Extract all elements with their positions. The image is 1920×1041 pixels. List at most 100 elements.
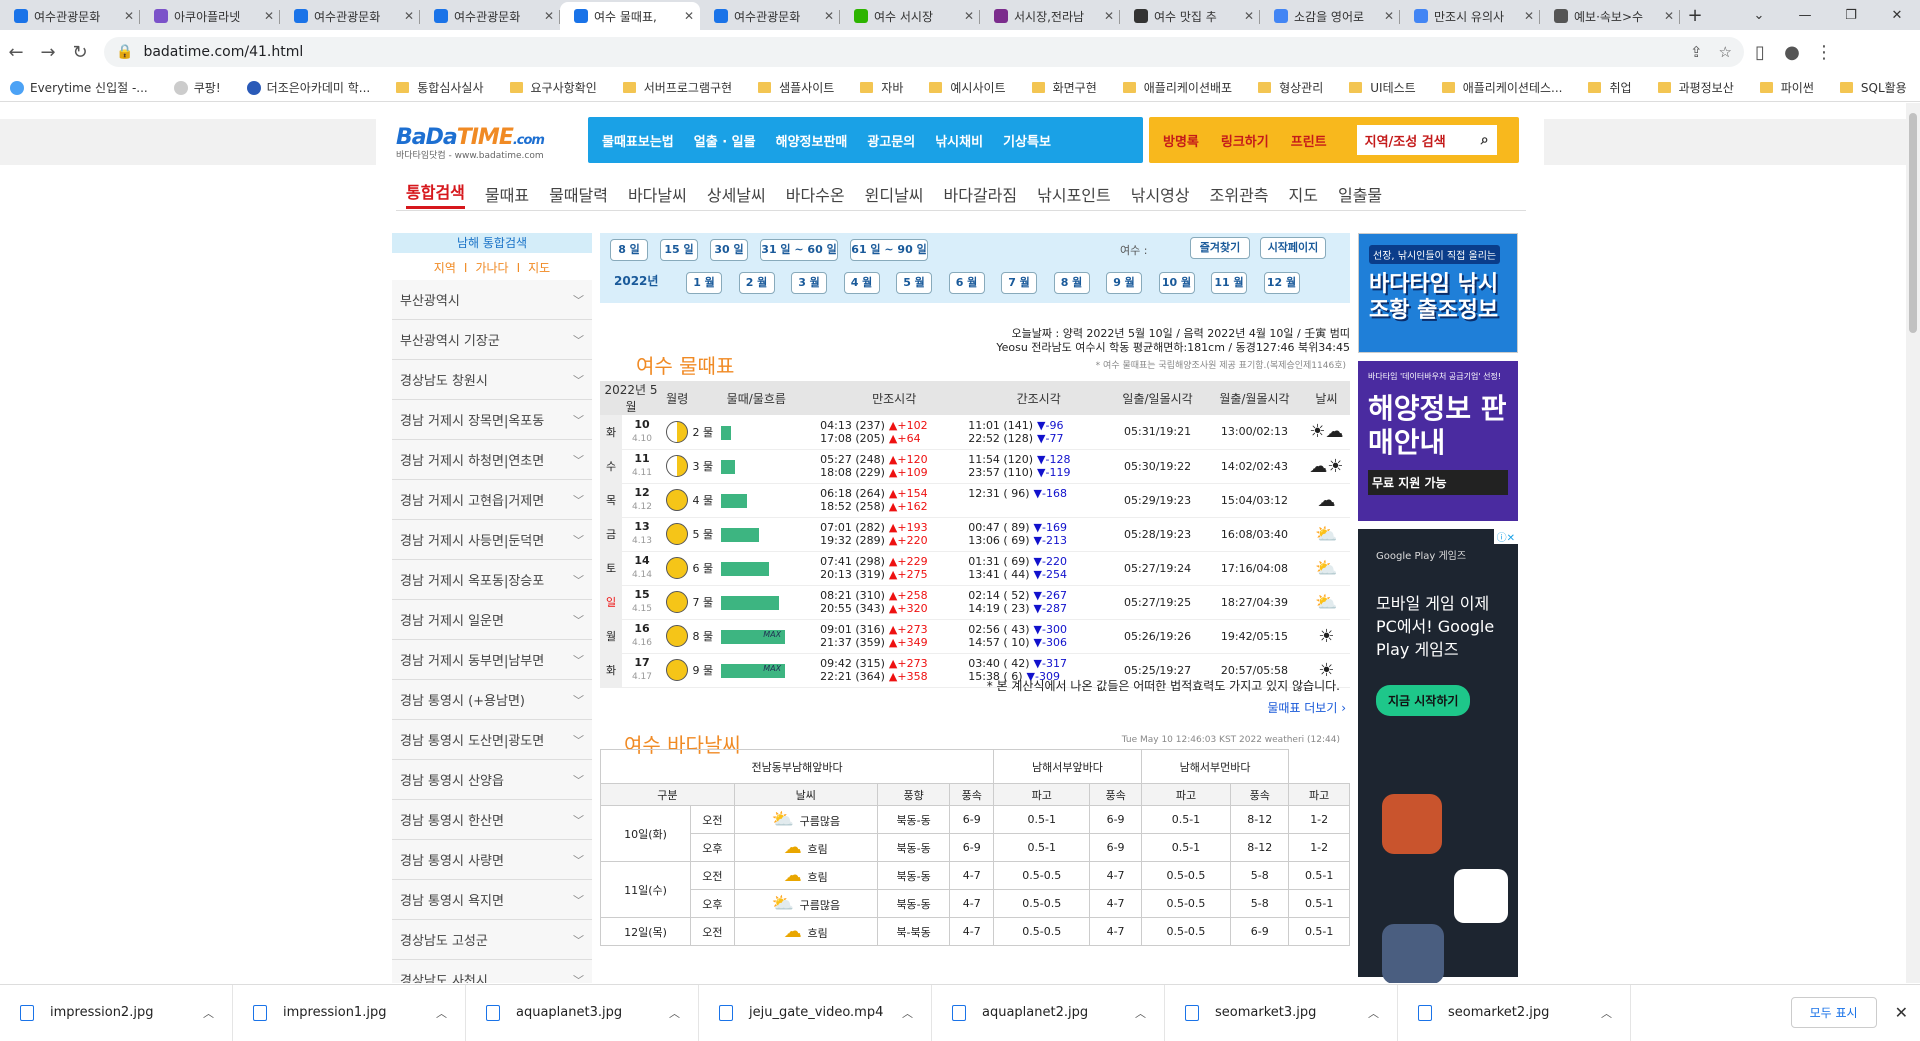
menu-item[interactable]: 상세날씨 (707, 182, 766, 206)
menu-icon[interactable]: ⋮ (1808, 42, 1840, 63)
download-item[interactable]: aquaplanet3.jpg ︿ (466, 984, 699, 1041)
bookmark-item[interactable]: 더조은아카데미 학... (246, 79, 370, 96)
browser-tab[interactable]: 여수 서시장 ✕ (840, 2, 980, 30)
sidebar-region-item[interactable]: 경상남도 사천시 ﹀ (392, 960, 592, 983)
search-input[interactable]: 지역/조성 검색 ⌕ (1356, 125, 1497, 155)
sidebar-region-item[interactable]: 경남 거제시 동부면|남부면 ﹀ (392, 640, 592, 680)
share-icon[interactable]: ⇪ (1690, 43, 1703, 61)
bookmark-item[interactable]: 애플리케이션테스... (1441, 79, 1562, 96)
menu-item[interactable]: 바다갈라짐 (944, 182, 1018, 206)
sidebar-region-item[interactable]: 경남 거제시 하청면|연초면 ﹀ (392, 440, 592, 480)
browser-tab[interactable]: 여수관광문화 ✕ (280, 2, 420, 30)
browser-tab[interactable]: 소감을 영어로 ✕ (1260, 2, 1400, 30)
chevron-up-icon[interactable]: ︿ (1135, 1005, 1146, 1021)
tab-close-icon[interactable]: ✕ (264, 9, 274, 23)
top-nav-util-item[interactable]: 프린트 (1291, 131, 1327, 150)
menu-item[interactable]: 낚시영상 (1131, 182, 1190, 206)
fishing-report-banner[interactable]: 선장, 낚시인들이 직접 올리는 바다타임 낚시조황 출조정보 (1358, 233, 1518, 353)
chevron-up-icon[interactable]: ︿ (669, 1005, 680, 1021)
bookmark-item[interactable]: 자바 (860, 79, 903, 96)
show-all-button[interactable]: 모두 표시 (1790, 997, 1877, 1028)
tab-close-icon[interactable]: ✕ (1664, 9, 1674, 23)
tab-close-icon[interactable]: ✕ (824, 9, 834, 23)
top-nav-util-item[interactable]: 방명록 (1163, 131, 1199, 150)
browser-tab[interactable]: 아쿠아플라넷 ✕ (140, 2, 280, 30)
sidebar-link[interactable]: 가나다 (475, 261, 508, 275)
month-button[interactable]: 7 월 (1001, 272, 1037, 294)
chevron-up-icon[interactable]: ︿ (902, 1005, 913, 1021)
chevron-up-icon[interactable]: ︿ (1368, 1005, 1379, 1021)
menu-item[interactable]: 윈디날씨 (865, 182, 924, 206)
sidebar-region-item[interactable]: 경남 통영시 욕지면 ﹀ (392, 880, 592, 920)
sidebar-region-item[interactable]: 경남 거제시 사등면|둔덕면 ﹀ (392, 520, 592, 560)
browser-tab[interactable]: 만조시 유의사 ✕ (1400, 2, 1540, 30)
month-button[interactable]: 5 월 (896, 272, 932, 294)
month-button[interactable]: 9 월 (1106, 272, 1142, 294)
ad-close-icon[interactable]: ⓘ✕ (1493, 529, 1518, 544)
top-nav-item[interactable]: 기상특보 (1003, 131, 1051, 150)
sidebar-link[interactable]: 지역 (434, 261, 456, 275)
back-icon[interactable]: ← (0, 42, 32, 63)
sidebar-region-item[interactable]: 경남 거제시 옥포동|장승포 ﹀ (392, 560, 592, 600)
bookmark-item[interactable]: 파이썬 (1759, 79, 1814, 96)
browser-tab[interactable]: 여수관광문화 ✕ (700, 2, 840, 30)
minimize-button[interactable]: — (1782, 0, 1828, 30)
period-button[interactable]: 61 일 ~ 90 일 (850, 239, 928, 261)
tab-close-icon[interactable]: ✕ (404, 9, 414, 23)
search-icon[interactable]: ⌕ (1481, 132, 1489, 148)
download-item[interactable]: impression1.jpg ︿ (233, 984, 466, 1041)
menu-item[interactable]: 바다날씨 (628, 182, 687, 206)
bookmark-item[interactable]: 통합심사실사 (396, 79, 484, 96)
url-input[interactable]: 🔒 badatime.com/41.html ⇪ ☆ (104, 37, 1744, 67)
sidebar-region-item[interactable]: 부산광역시 ﹀ (392, 280, 592, 320)
sidebar-region-item[interactable]: 경남 통영시 (+용남면) ﹀ (392, 680, 592, 720)
menu-item[interactable]: 조위관측 (1210, 182, 1269, 206)
bookmark-item[interactable]: 샘플사이트 (758, 79, 834, 96)
site-logo[interactable]: BaDaTIME.com 바다타임닷컴 - www.badatime.com (396, 125, 576, 165)
chevron-up-icon[interactable]: ︿ (436, 1005, 447, 1021)
top-nav-item[interactable]: 물때표보는법 (602, 131, 674, 150)
download-item[interactable]: jeju_gate_video.mp4 ︿ (699, 984, 932, 1041)
restore-button[interactable]: ❐ (1828, 0, 1874, 30)
browser-tab[interactable]: 예보·속보>수 ✕ (1540, 2, 1680, 30)
bookmark-item[interactable]: 형상관리 (1258, 79, 1323, 96)
new-tab-button[interactable]: + (1680, 2, 1710, 30)
browser-tab[interactable]: 여수관광문화 ✕ (420, 2, 560, 30)
sidebar-region-item[interactable]: 경상남도 창원시 ﹀ (392, 360, 592, 400)
browser-tab[interactable]: 여수 맛집 추 ✕ (1120, 2, 1260, 30)
menu-item[interactable]: 물때표 (485, 182, 529, 206)
page-scrollbar[interactable] (1906, 103, 1920, 983)
close-window-button[interactable]: ✕ (1874, 0, 1920, 30)
ad-start-button[interactable]: 지금 시작하기 (1376, 685, 1471, 716)
month-button[interactable]: 6 월 (948, 272, 985, 294)
download-item[interactable]: seomarket3.jpg ︿ (1165, 984, 1398, 1041)
month-button[interactable]: 10 월 (1158, 272, 1195, 294)
month-button[interactable]: 4 월 (843, 272, 880, 294)
period-button[interactable]: 8 일 (610, 239, 648, 261)
top-nav-item[interactable]: 광고문의 (867, 131, 915, 150)
period-button[interactable]: 31 일 ~ 60 일 (760, 239, 838, 261)
bookmark-item[interactable]: 서버프로그램구현 (622, 79, 732, 96)
bookmark-item[interactable]: 쿠팡! (173, 79, 221, 96)
scroll-thumb[interactable] (1909, 113, 1917, 333)
tab-close-icon[interactable]: ✕ (964, 9, 974, 23)
bookmark-star-icon[interactable]: ☆ (1719, 43, 1732, 61)
tab-close-icon[interactable]: ✕ (544, 9, 554, 23)
sidebar-link[interactable]: 지도 (528, 261, 550, 275)
sidebar-region-item[interactable]: 경남 거제시 고현읍|거제면 ﹀ (392, 480, 592, 520)
tab-close-icon[interactable]: ✕ (1244, 9, 1254, 23)
bookmark-item[interactable]: UI테스트 (1349, 79, 1416, 96)
menu-item[interactable]: 통합검색 (406, 179, 465, 209)
sidebar-region-item[interactable]: 경남 거제시 장목면|옥포동 ﹀ (392, 400, 592, 440)
chevron-up-icon[interactable]: ︿ (203, 1005, 214, 1021)
month-button[interactable]: 12 월 (1263, 272, 1300, 294)
bookmark-item[interactable]: SQL활용 (1839, 79, 1907, 96)
top-nav-util-item[interactable]: 링크하기 (1221, 131, 1269, 150)
sidebar-region-item[interactable]: 경남 통영시 산양읍 ﹀ (392, 760, 592, 800)
more-tide-link[interactable]: 물때표 더보기 › (1267, 699, 1346, 716)
bookmark-item[interactable]: 과평정보산 (1657, 79, 1734, 96)
download-item[interactable]: impression2.jpg ︿ (0, 984, 233, 1041)
sidepanel-icon[interactable]: ▯ (1744, 42, 1776, 63)
download-item[interactable]: aquaplanet2.jpg ︿ (932, 984, 1165, 1041)
month-button[interactable]: 2 월 (738, 272, 775, 294)
